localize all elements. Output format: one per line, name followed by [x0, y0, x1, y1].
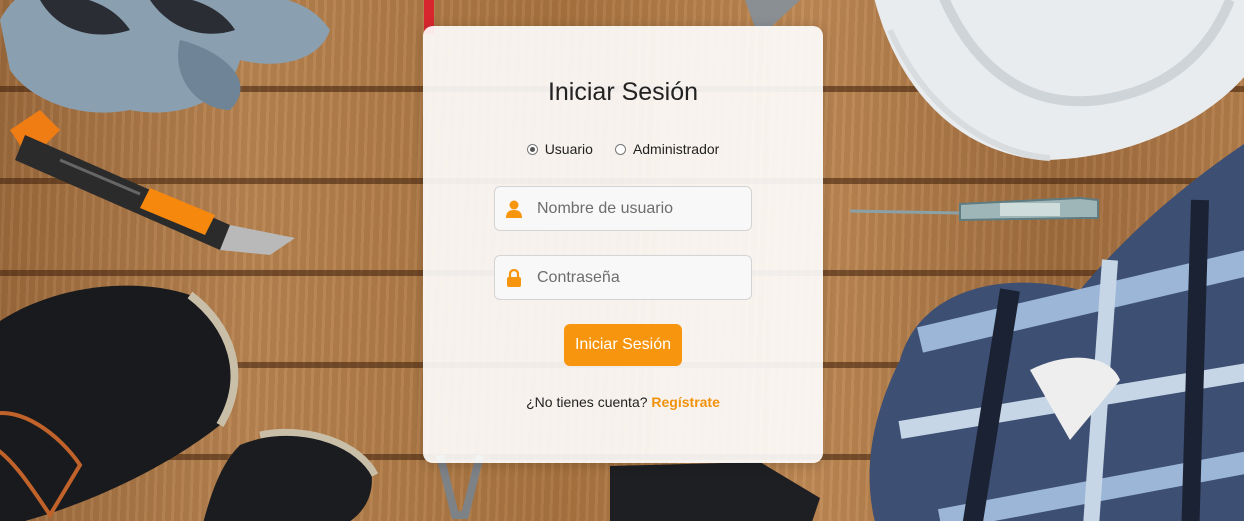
pliers-bottom-decoration: [436, 455, 484, 519]
role-option-administrador[interactable]: Administrador: [614, 141, 720, 157]
tool-handle-decoration: [610, 462, 820, 521]
password-input[interactable]: [535, 267, 739, 288]
user-icon: [506, 200, 522, 218]
signup-prompt: ¿No tienes cuenta? Regístrate: [423, 394, 823, 410]
login-card: Iniciar Sesión Usuario Administrador Nom…: [423, 26, 823, 463]
role-option-usuario[interactable]: Usuario: [526, 141, 593, 157]
radio-usuario[interactable]: [526, 143, 538, 155]
signup-prompt-text: ¿No tienes cuenta?: [526, 394, 648, 410]
lock-icon: [506, 268, 522, 287]
flannel-shirt-decoration: [869, 144, 1244, 521]
username-field[interactable]: [494, 186, 752, 231]
login-button[interactable]: Iniciar Sesión: [564, 324, 682, 366]
role-selector: Usuario Administrador: [423, 141, 823, 157]
role-label-usuario: Usuario: [544, 141, 593, 157]
signup-link[interactable]: Regístrate: [651, 394, 719, 410]
utility-knife-decoration: [10, 110, 295, 255]
boot-decoration: [0, 285, 379, 521]
password-field[interactable]: [494, 255, 752, 300]
role-label-administrador: Administrador: [632, 141, 720, 157]
username-input[interactable]: [535, 198, 739, 219]
page-title: Iniciar Sesión: [547, 78, 699, 106]
radio-administrador[interactable]: [614, 143, 626, 155]
